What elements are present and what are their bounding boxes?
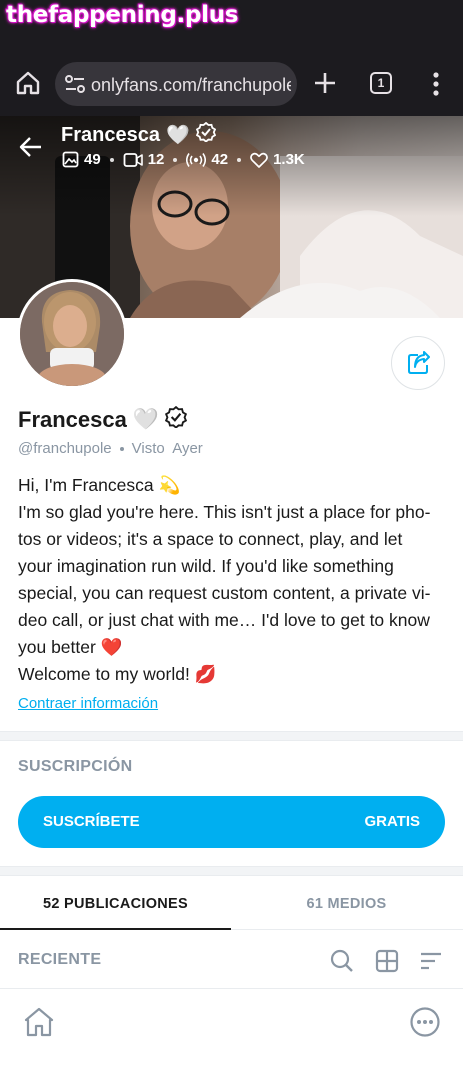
site-settings-icon[interactable] (64, 74, 86, 94)
bio-line: you better ❤️ (18, 637, 123, 657)
content-tabs: 52 PUBLICACIONES 61 MEDIOS (0, 878, 463, 930)
more-options-icon[interactable] (409, 1006, 441, 1038)
cover-stats: 49 12 42 1.3K (62, 151, 305, 168)
sort-label: RECIENTE (18, 951, 102, 968)
browser-toolbar: onlyfans.com/franchupole 1 (0, 56, 463, 112)
search-icon[interactable] (330, 949, 354, 973)
browser-home-icon[interactable] (14, 69, 42, 97)
video-icon (123, 152, 143, 167)
profile-name-text: Francesca (18, 407, 127, 432)
last-seen-text: Visto Ayer (131, 440, 203, 457)
stat-streams-count: 42 (211, 151, 229, 168)
collapse-info-link[interactable]: Contraer información (18, 695, 158, 712)
bio-line: special, you can request custom content,… (18, 583, 431, 603)
stat-videos-count: 12 (147, 151, 165, 168)
subscription-title: SUSCRIPCIÓN (18, 758, 133, 775)
tab-posts[interactable]: 52 PUBLICACIONES (0, 878, 231, 930)
verified-badge-icon (164, 405, 188, 434)
share-button[interactable] (391, 336, 445, 390)
bio-line: tos or videos; it's a space to connect, … (18, 529, 403, 549)
stat-separator (173, 157, 178, 162)
cover-display-name: Francesca 🤍 (61, 121, 216, 148)
address-bar[interactable]: onlyfans.com/franchupole (55, 62, 297, 106)
stat-likes-count: 1.3K (273, 151, 305, 168)
live-stream-icon (186, 152, 207, 167)
stat-separator (109, 157, 114, 162)
handle-line: @franchupole Visto Ayer (18, 440, 203, 457)
stat-streams: 42 (186, 151, 228, 168)
heart-outline-icon (250, 152, 268, 168)
section-divider (0, 866, 463, 876)
new-tab-icon[interactable] (312, 70, 338, 96)
verified-badge-icon (195, 121, 216, 148)
tab-switcher-button[interactable]: 1 (370, 72, 392, 94)
subscribe-label: SUSCRÍBETE (43, 813, 140, 830)
back-arrow-icon[interactable] (18, 134, 44, 160)
profile-display-name: Francesca 🤍 (18, 405, 188, 434)
url-text: onlyfans.com/franchupole (91, 75, 291, 95)
bottom-navigation (0, 990, 463, 1080)
bio-line: Welcome to my world! 💋 (18, 664, 217, 684)
bio-text: Hi, I'm Francesca 💫 I'm so glad you're h… (18, 472, 446, 688)
photo-icon (62, 151, 79, 168)
avatar[interactable] (17, 279, 127, 389)
stat-photos: 49 (62, 151, 101, 168)
browser-menu-icon[interactable] (427, 70, 445, 98)
feed-filter-bar: RECIENTE (0, 931, 463, 989)
avatar-illustration (20, 282, 124, 386)
bio-line: I'm so glad you're here. This isn't just… (18, 502, 431, 522)
handle-text: @franchupole (18, 440, 112, 457)
stat-separator (237, 157, 242, 162)
white-heart-emoji: 🤍 (132, 408, 160, 431)
grid-view-icon[interactable] (375, 949, 399, 973)
handle-separator (119, 446, 124, 451)
stat-likes: 1.3K (250, 151, 305, 168)
section-divider (0, 731, 463, 741)
subscribe-price: GRATIS (364, 813, 420, 830)
stat-videos: 12 (123, 151, 165, 168)
cover-name-text: Francesca (61, 123, 160, 146)
stat-photos-count: 49 (84, 151, 101, 168)
bio-line: deo call, or just chat with me… I'd love… (18, 610, 430, 630)
bio-line: Hi, I'm Francesca 💫 (18, 475, 181, 495)
tab-media[interactable]: 61 MEDIOS (231, 878, 462, 930)
share-icon (408, 351, 430, 374)
sort-icon[interactable] (419, 949, 443, 973)
subscribe-button[interactable]: SUSCRÍBETE GRATIS (18, 796, 445, 848)
browser-chrome: thefappening.plus onlyfans.com/franchupo… (0, 0, 463, 116)
white-heart-emoji: 🤍 (165, 125, 190, 146)
home-icon[interactable] (23, 1006, 55, 1038)
watermark-text: thefappening.plus (6, 2, 239, 28)
bio-line: your imagination run wild. If you'd like… (18, 556, 394, 576)
